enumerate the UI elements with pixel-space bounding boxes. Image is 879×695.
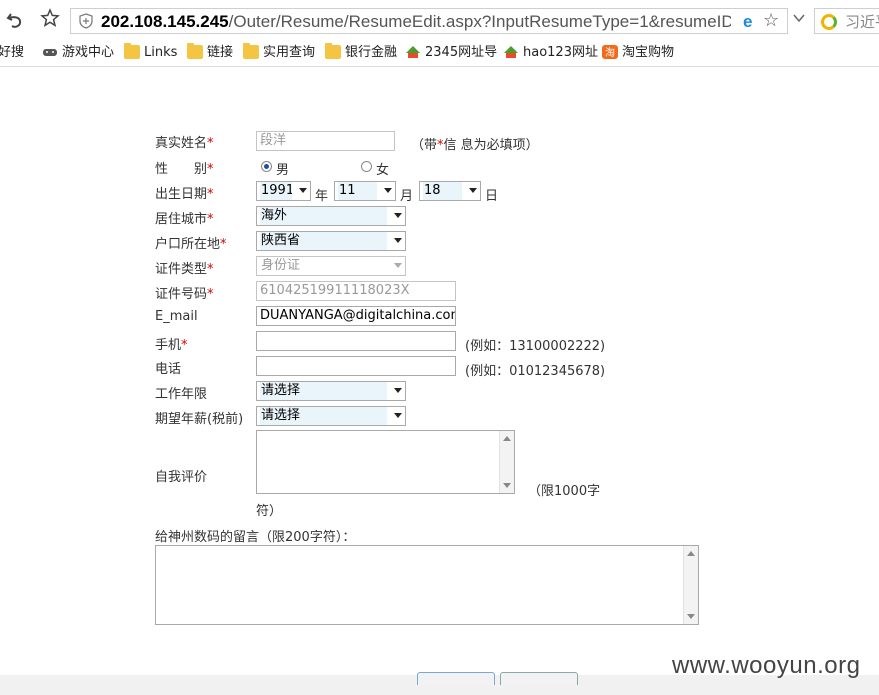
work-years-label: 工作年限 [155, 387, 208, 402]
bookmark-label: hao123网址 [523, 45, 598, 60]
self-eval-textarea[interactable] [256, 430, 515, 494]
bookmark-label: 2345网址导 [425, 45, 498, 60]
chevron-down-icon [384, 188, 392, 193]
bookmark-game-center[interactable]: 游戏中心 [42, 44, 114, 62]
chevron-down-icon [394, 413, 402, 418]
bookmark-label: 银行金融 [345, 45, 398, 60]
bookmark-bank[interactable]: 银行金融 [325, 43, 398, 62]
work-years-select[interactable]: 请选择 [256, 381, 406, 401]
url-text: 202.108.145.245/Outer/Resume/ResumeEdit.… [101, 12, 731, 31]
birth-year-select[interactable]: 1991 [256, 181, 311, 201]
scroll-down-icon[interactable] [503, 483, 511, 488]
bookmark-label: Links [144, 45, 178, 60]
scrollbar[interactable] [499, 431, 514, 493]
bookmark-label: 游戏中心 [62, 45, 115, 60]
scroll-up-icon[interactable] [503, 436, 511, 441]
bookmark-haosou[interactable]: 好搜 [0, 44, 24, 62]
self-eval-label: 自我评价 [155, 470, 208, 485]
bookmark-links[interactable]: Links [124, 43, 178, 62]
scroll-down-icon[interactable] [687, 614, 695, 619]
self-eval-hint-cont: 符） [256, 504, 283, 519]
self-eval-hint: （限1000字 [528, 484, 601, 499]
shield-icon [79, 13, 93, 29]
gender-female-radio[interactable] [361, 161, 372, 172]
birth-label: 出生日期* [155, 187, 214, 202]
svg-text:e: e [743, 12, 752, 30]
scroll-up-icon[interactable] [687, 551, 695, 556]
folder-icon [325, 43, 341, 59]
salary-select[interactable]: 请选择 [256, 406, 406, 426]
chevron-down-icon [394, 213, 402, 218]
message-textarea[interactable] [155, 545, 699, 625]
name-label: 真实姓名* [155, 136, 214, 151]
save-button[interactable] [417, 672, 495, 685]
url-input[interactable]: 202.108.145.245/Outer/Resume/ResumeEdit.… [70, 8, 788, 34]
birth-day-select[interactable]: 18 [419, 181, 481, 201]
bookmark-label: 链接 [207, 45, 234, 60]
bookmarks-bar: 好搜 游戏中心 Links 链接 实用查询 银行金融 2345网址导 hao12… [0, 40, 879, 67]
watermark: www.wooyun.org [672, 652, 861, 679]
2345-icon [405, 45, 421, 59]
hukou-select[interactable]: 陕西省 [256, 231, 406, 251]
salary-label: 期望年薪(税前) [155, 412, 244, 427]
gamepad-icon [42, 45, 58, 59]
month-unit: 月 [400, 189, 414, 204]
2345-icon [503, 45, 519, 59]
search-placeholder: 习近平 [845, 13, 879, 31]
id-type-label: 证件类型* [155, 262, 214, 277]
day-unit: 日 [485, 189, 499, 204]
favorite-star-icon[interactable] [38, 8, 62, 32]
mobile-input[interactable] [256, 331, 456, 351]
email-field[interactable]: DUANYANGA@digitalchina.com [256, 306, 456, 326]
gender-label: 性 别* [155, 162, 214, 177]
city-select[interactable]: 海外 [256, 206, 406, 226]
phone-input[interactable] [256, 356, 456, 376]
folder-icon [243, 43, 259, 59]
gender-male-label: 男 [276, 163, 290, 178]
search-engine-icon [821, 14, 837, 30]
taobao-icon: 淘 [602, 45, 618, 59]
phone-label: 电话 [155, 362, 182, 377]
bookmark-label: 淘宝购物 [622, 45, 675, 60]
chevron-down-icon [469, 188, 477, 193]
bookmark-query[interactable]: 实用查询 [243, 43, 316, 62]
chevron-down-icon[interactable] [792, 10, 806, 29]
bookmark-hao123[interactable]: hao123网址 [503, 44, 598, 62]
id-number-label: 证件号码* [155, 287, 214, 302]
name-input[interactable]: 段洋 [256, 131, 395, 151]
svg-text:淘: 淘 [605, 46, 615, 59]
bookmark-lianjie[interactable]: 链接 [187, 43, 234, 62]
folder-icon [187, 43, 203, 59]
phone-hint: (例如：01012345678) [465, 364, 606, 379]
gender-male-radio[interactable] [261, 161, 272, 172]
scrollbar[interactable] [683, 546, 698, 624]
ie-compat-icon[interactable]: e [741, 12, 759, 31]
folder-icon [124, 43, 140, 59]
chevron-down-icon [394, 263, 402, 268]
bookmark-label: 好搜 [0, 45, 25, 60]
required-hint: （带*信 息为必填项） [411, 138, 539, 153]
birth-month-select[interactable]: 11 [334, 181, 396, 201]
bookmark-taobao[interactable]: 淘淘宝购物 [602, 44, 674, 62]
city-label: 居住城市* [155, 212, 214, 227]
bookmark-label: 实用查询 [263, 45, 316, 60]
chevron-down-icon [299, 188, 307, 193]
search-input[interactable]: 习近平 [814, 8, 879, 34]
back-icon[interactable] [4, 8, 28, 32]
bookmark-2345[interactable]: 2345网址导 [405, 44, 497, 62]
cancel-button[interactable] [500, 672, 578, 685]
message-label: 给神州数码的留言（限200字符）： [155, 530, 356, 545]
email-label: E_mail [155, 309, 198, 324]
address-bar: 202.108.145.245/Outer/Resume/ResumeEdit.… [0, 0, 879, 41]
mobile-hint: (例如：13100002222) [465, 339, 606, 354]
bookmark-star-icon[interactable]: ☆ [763, 10, 779, 31]
id-type-select[interactable]: 身份证 [256, 256, 406, 276]
chevron-down-icon [394, 388, 402, 393]
year-unit: 年 [315, 189, 329, 204]
hukou-label: 户口所在地* [155, 237, 227, 252]
gender-female-label: 女 [376, 163, 390, 178]
mobile-label: 手机* [155, 338, 188, 353]
chevron-down-icon [394, 238, 402, 243]
id-number-input[interactable]: 61042519911118023X [256, 281, 456, 301]
